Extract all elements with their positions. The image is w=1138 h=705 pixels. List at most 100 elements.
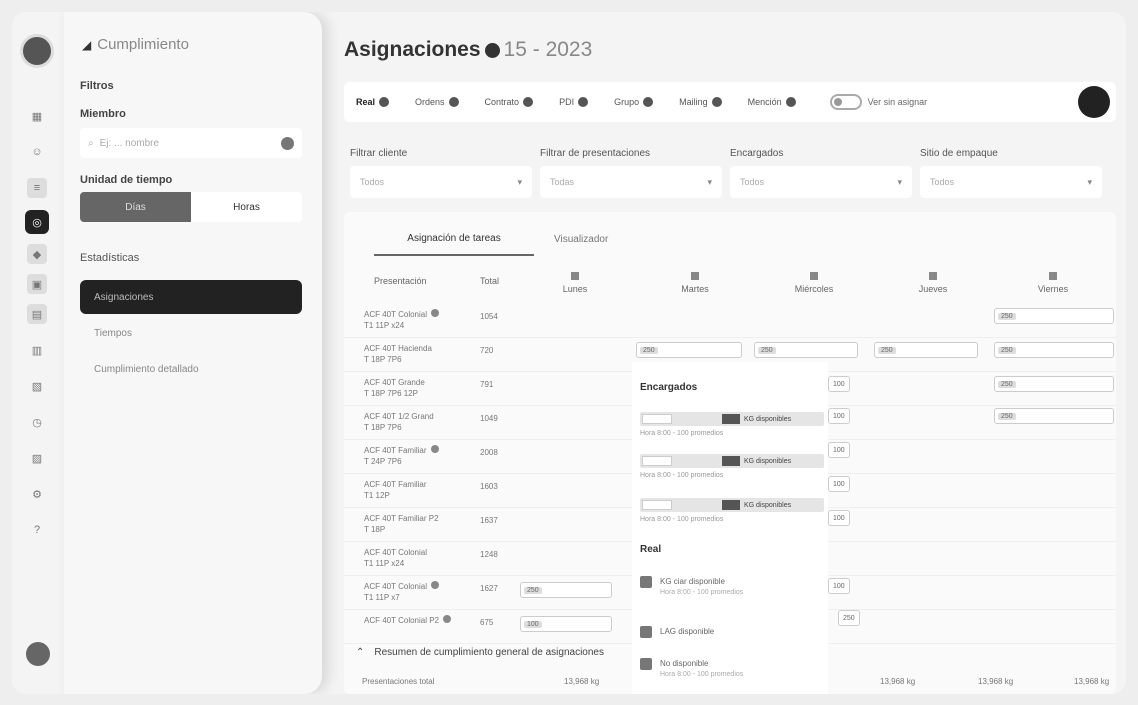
chip-close-icon[interactable] bbox=[578, 97, 589, 107]
doc-icon[interactable]: ▨ bbox=[27, 448, 47, 468]
chip-label: Grupo bbox=[614, 97, 640, 107]
qty-value: 100 bbox=[524, 620, 542, 628]
summary-toggle[interactable]: ⌃ Resumen de cumplimiento general de asi… bbox=[344, 638, 1116, 666]
chip-grupo[interactable]: Grupo bbox=[614, 97, 654, 107]
check-option[interactable]: KG ciar disponible Hora 8:00 - 100 promed… bbox=[640, 576, 743, 598]
site-select[interactable]: Todos ▾ bbox=[920, 166, 1102, 198]
nav-item-cumplimiento[interactable]: Cumplimiento detallado bbox=[80, 352, 302, 386]
layers-icon[interactable]: ≡ bbox=[27, 178, 47, 198]
search-icon: ⌕ bbox=[88, 137, 94, 149]
avatar[interactable] bbox=[26, 642, 50, 666]
box-icon[interactable]: ▣ bbox=[27, 274, 47, 294]
select-value: Todos bbox=[360, 177, 385, 187]
dashboard-icon[interactable]: ▦ bbox=[27, 106, 47, 126]
value-badge[interactable]: 100 bbox=[828, 376, 850, 392]
nav-item-tiempos[interactable]: Tiempos bbox=[80, 316, 302, 350]
checkbox-icon[interactable] bbox=[640, 626, 652, 638]
info-icon[interactable] bbox=[443, 615, 451, 623]
chip-mailing[interactable]: Mailing bbox=[679, 97, 722, 107]
info-icon[interactable] bbox=[431, 581, 439, 589]
calendar-icon[interactable]: ▥ bbox=[27, 340, 47, 360]
users-icon[interactable]: ☺ bbox=[27, 142, 47, 162]
row-total: 675 bbox=[480, 618, 494, 627]
tab-visualizador[interactable]: Visualizador bbox=[554, 222, 608, 256]
presentations-select[interactable]: Todas ▾ bbox=[540, 166, 722, 198]
tab-asignacion[interactable]: Asignación de tareas bbox=[374, 222, 534, 256]
value-badge[interactable]: 100 bbox=[828, 442, 850, 458]
member-search-input[interactable]: ⌕ Ej: ... nombre bbox=[80, 128, 302, 158]
clock-icon[interactable]: ◷ bbox=[27, 412, 47, 432]
qty-value: 250 bbox=[524, 586, 542, 594]
checkbox-icon[interactable] bbox=[640, 576, 652, 588]
row-sub: T 18P 7P6 bbox=[364, 355, 402, 364]
value-badge[interactable]: 250 bbox=[838, 610, 860, 626]
page-title: Asignaciones 15 - 2023 bbox=[344, 38, 592, 62]
summary-label: Resumen de cumplimiento general de asign… bbox=[374, 646, 604, 658]
chart-icon[interactable]: ▤ bbox=[27, 304, 47, 324]
option-row[interactable]: KG disponibles bbox=[640, 498, 824, 512]
chip-label: PDI bbox=[559, 97, 575, 107]
chevron-down-icon: ▾ bbox=[707, 176, 712, 187]
value-badge[interactable]: 100 bbox=[828, 476, 850, 492]
chip-close-icon[interactable] bbox=[379, 97, 390, 107]
app-logo[interactable] bbox=[20, 34, 54, 68]
info-icon[interactable] bbox=[431, 309, 439, 317]
option-row[interactable]: KG disponibles bbox=[640, 412, 824, 426]
period-selector-icon[interactable] bbox=[484, 42, 500, 58]
chip-close-icon[interactable] bbox=[785, 97, 796, 107]
row-name: ACF 40T Colonial T1 11P x24 bbox=[364, 547, 454, 569]
value-badge[interactable]: 100 bbox=[828, 510, 850, 526]
chip-real[interactable]: Real bbox=[356, 97, 390, 107]
check-option[interactable]: LAG disponible bbox=[640, 626, 714, 638]
toggle-switch[interactable] bbox=[829, 94, 862, 110]
row-name-text: ACF 40T 1/2 Grand bbox=[364, 412, 434, 421]
help-icon[interactable]: ? bbox=[27, 520, 47, 540]
chevron-down-icon: ▾ bbox=[1087, 176, 1092, 187]
unassigned-toggle[interactable]: Ver sin asignar bbox=[829, 94, 927, 110]
unit-option-days[interactable]: Días bbox=[80, 192, 191, 222]
value-badge[interactable]: 100 bbox=[828, 578, 850, 594]
settings-icon[interactable]: ⚙ bbox=[27, 484, 47, 504]
assignment-table-card: Asignación de tareas Visualizador Presen… bbox=[344, 212, 1116, 694]
nav-item-asignaciones[interactable]: Asignaciones bbox=[80, 280, 302, 314]
chip-close-icon[interactable] bbox=[711, 97, 722, 107]
icon-rail: ▦ ☺ ≡ ◎ ◆ ▣ ▤ ▥ ▧ ◷ ▨ ⚙ ? bbox=[12, 12, 64, 694]
filter-chips-bar: Real Ordens Contrato PDI Grupo Mailing M… bbox=[344, 82, 1116, 122]
option-field bbox=[642, 456, 672, 466]
chip-ordens[interactable]: Ordens bbox=[415, 97, 459, 107]
unit-option-hours[interactable]: Horas bbox=[191, 192, 302, 222]
client-select[interactable]: Todos ▾ bbox=[350, 166, 532, 198]
total-lunes: 13,968 kg bbox=[564, 676, 600, 686]
col-miercoles: Miércoles bbox=[784, 272, 844, 294]
report-icon[interactable]: ▧ bbox=[27, 376, 47, 396]
row-name: ACF 40T Colonial P2 bbox=[364, 615, 454, 626]
select-value: Todas bbox=[550, 177, 575, 187]
qty-input[interactable]: 250 bbox=[520, 582, 612, 598]
chip-close-icon[interactable] bbox=[523, 97, 534, 107]
row-name: ACF 40T 1/2 Grand T 18P 7P6 bbox=[364, 411, 454, 433]
action-button[interactable] bbox=[1078, 86, 1110, 118]
popover-heading: Encargados bbox=[640, 382, 698, 393]
managers-select[interactable]: Todos ▾ bbox=[730, 166, 912, 198]
clear-icon[interactable] bbox=[281, 136, 294, 150]
range-input-martes[interactable]: 250 bbox=[636, 342, 742, 358]
chip-pdi[interactable]: PDI bbox=[559, 97, 589, 107]
range-value: 250 bbox=[640, 346, 658, 354]
chip-close-icon[interactable] bbox=[643, 97, 654, 107]
active-icon[interactable]: ◎ bbox=[25, 210, 49, 234]
chip-mencion[interactable]: Mención bbox=[748, 97, 796, 107]
value-badge[interactable]: 100 bbox=[828, 408, 850, 424]
panel-title-text: Cumplimiento bbox=[97, 36, 189, 53]
info-icon[interactable] bbox=[430, 445, 439, 453]
day-icon bbox=[929, 272, 937, 280]
chip-close-icon[interactable] bbox=[448, 97, 459, 107]
option-row[interactable]: KG disponibles bbox=[640, 454, 824, 468]
tag-icon[interactable]: ◆ bbox=[27, 244, 47, 264]
row-total: 1637 bbox=[480, 516, 498, 525]
option-marker bbox=[722, 414, 740, 424]
chip-contrato[interactable]: Contrato bbox=[485, 97, 534, 107]
qty-input[interactable]: 100 bbox=[520, 616, 612, 632]
filter-panel: ◢ Cumplimiento Filtros Miembro ⌕ Ej: ...… bbox=[64, 12, 322, 694]
row-name-text: ACF 40T Familiar P2 bbox=[364, 514, 439, 523]
day-icon bbox=[571, 272, 579, 280]
